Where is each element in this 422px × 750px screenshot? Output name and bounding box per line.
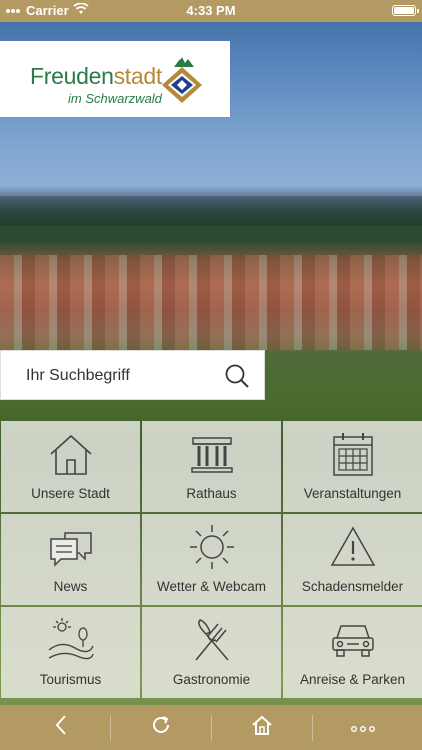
- tile-tourismus[interactable]: Tourismus: [1, 607, 140, 698]
- bottom-toolbar: [0, 705, 422, 750]
- tile-label: Schadensmelder: [301, 579, 404, 594]
- tile-schadensmelder[interactable]: Schadensmelder: [283, 514, 422, 605]
- status-bar: Carrier 4:33 PM: [0, 0, 422, 22]
- tile-news[interactable]: News: [1, 514, 140, 605]
- reload-button[interactable]: [108, 705, 213, 750]
- search-icon[interactable]: [224, 363, 250, 394]
- logo-emblem-icon: [160, 55, 204, 112]
- tile-label: Rathaus: [186, 486, 237, 501]
- city-logo: Freudenstadt im Schwarzwald: [0, 41, 230, 117]
- car-icon: [283, 616, 422, 664]
- house-icon: [1, 430, 140, 478]
- tile-label: Unsere Stadt: [31, 486, 110, 501]
- home-icon: [251, 714, 273, 741]
- tile-wetter-webcam[interactable]: Wetter & Webcam: [142, 514, 281, 605]
- calendar-icon: [283, 430, 422, 478]
- logo-title: Freudenstadt: [30, 65, 162, 88]
- tile-label: Anreise & Parken: [299, 672, 406, 687]
- tile-label: Veranstaltungen: [303, 486, 402, 501]
- search-bar: [0, 350, 265, 400]
- tile-unsere-stadt[interactable]: Unsere Stadt: [1, 421, 140, 512]
- cutlery-icon: [142, 616, 281, 664]
- reload-icon: [150, 714, 172, 741]
- logo-subtitle: im Schwarzwald: [68, 91, 162, 106]
- home-button[interactable]: [209, 705, 314, 750]
- battery-icon: [392, 3, 419, 16]
- tile-label: Wetter & Webcam: [156, 579, 267, 594]
- logo-text: Freudenstadt im Schwarzwald: [30, 65, 162, 107]
- back-icon: [54, 714, 68, 741]
- tile-anreise-parken[interactable]: Anreise & Parken: [283, 607, 422, 698]
- status-time: 4:33 PM: [186, 3, 236, 18]
- tile-veranstaltungen[interactable]: Veranstaltungen: [283, 421, 422, 512]
- logo-title-part1: Freuden: [30, 63, 114, 89]
- tile-rathaus[interactable]: Rathaus: [142, 421, 281, 512]
- tile-gastronomie[interactable]: Gastronomie: [142, 607, 281, 698]
- tile-label: Tourismus: [39, 672, 102, 687]
- tile-label: News: [53, 579, 88, 594]
- tile-label: Gastronomie: [172, 672, 251, 687]
- sun-icon: [142, 523, 281, 571]
- more-icon: [350, 719, 375, 737]
- more-button[interactable]: [310, 705, 415, 750]
- background-town: [0, 255, 422, 350]
- landscape-icon: [1, 616, 140, 664]
- menu-grid: Unsere Stadt Rathaus Veranstaltungen New…: [0, 420, 422, 705]
- logo-title-part2: stadt: [113, 63, 163, 89]
- town-hall-icon: [142, 430, 281, 478]
- back-button[interactable]: [8, 705, 113, 750]
- chat-bubbles-icon: [1, 523, 140, 571]
- background-forest: [0, 196, 422, 226]
- warning-icon: [283, 523, 422, 571]
- search-input[interactable]: [26, 365, 221, 387]
